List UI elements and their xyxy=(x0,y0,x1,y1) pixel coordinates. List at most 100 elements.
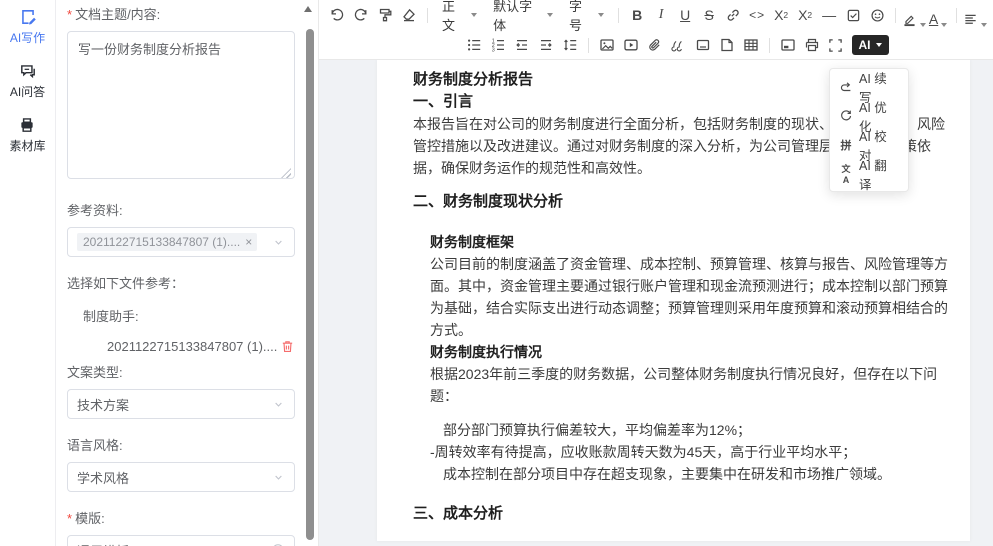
form-panel: *文档主题/内容: 写一份财务制度分析报告 参考资料: 202112271513… xyxy=(56,0,318,546)
sidebar-item-label: AI问答 xyxy=(10,83,45,100)
toolbar-separator xyxy=(956,8,957,23)
chevron-down-icon xyxy=(272,398,285,411)
ai-optimize-icon xyxy=(839,109,853,123)
template-label: *模版: xyxy=(67,508,295,527)
panel-scrollbar[interactable] xyxy=(306,29,314,540)
link-icon xyxy=(725,7,741,23)
reference-select[interactable]: 2021122715133847807 (1)....× xyxy=(67,227,295,257)
paragraph-style-select[interactable]: 正文 xyxy=(434,3,485,27)
insert-video-button[interactable] xyxy=(619,33,643,57)
file-section-label: 选择如下文件参考： xyxy=(67,273,295,292)
ai-menu-button[interactable]: AI xyxy=(852,35,889,55)
code-block-button[interactable] xyxy=(715,33,739,57)
divider-icon xyxy=(695,37,711,53)
nav-rail: AI写作 AI问答 素材库 xyxy=(0,0,56,546)
doc-type-select[interactable]: 技术方案 xyxy=(67,389,295,419)
toolbar-separator xyxy=(895,8,896,23)
template-value: 通用模板 xyxy=(77,541,129,546)
strikethrough-button[interactable]: S xyxy=(697,3,721,27)
code-block-icon xyxy=(719,37,735,53)
doc-type-value: 技术方案 xyxy=(77,395,129,414)
fullscreen-button[interactable] xyxy=(824,33,848,57)
font-color-button[interactable]: A xyxy=(926,3,950,27)
insert-table-button[interactable] xyxy=(739,33,763,57)
eraser-icon xyxy=(401,7,417,23)
menu-item-label: AI 翻译 xyxy=(859,155,899,193)
divider-button[interactable] xyxy=(691,33,715,57)
emoji-icon xyxy=(870,8,885,23)
caret-down-icon xyxy=(471,13,477,17)
doc-issue-item: 部分部门预算执行偏差较大，平均偏差率为12%； xyxy=(430,419,950,441)
reference-label: 参考资料: xyxy=(67,200,295,219)
format-painter-icon xyxy=(377,7,393,23)
ai-continue-icon xyxy=(839,80,853,94)
task-list-icon xyxy=(846,8,861,23)
attachment-icon xyxy=(647,37,663,53)
doc-issue-item: 成本控制在部分项目中存在超支现象，主要集中在研发和市场推广领域。 xyxy=(430,463,950,485)
sidebar-item-material-library[interactable]: 素材库 xyxy=(9,116,45,154)
alignment-button[interactable] xyxy=(963,3,987,27)
caret-down-icon xyxy=(981,23,987,27)
horizontal-rule-button[interactable]: — xyxy=(817,3,841,27)
ai-translate-icon: 文A xyxy=(839,162,853,185)
caret-down-icon xyxy=(598,13,604,17)
style-label: 语言风格: xyxy=(67,435,295,454)
toolbar-separator xyxy=(769,38,770,53)
insert-image-button[interactable] xyxy=(595,33,619,57)
caret-down-icon xyxy=(547,13,553,17)
ordered-list-button[interactable] xyxy=(486,33,510,57)
font-size-select[interactable]: 字号 xyxy=(561,3,612,27)
inline-code-button[interactable]: <> xyxy=(745,3,769,27)
italic-button[interactable]: I xyxy=(649,3,673,27)
superscript-button[interactable]: X2 xyxy=(793,3,817,27)
redo-button[interactable] xyxy=(349,3,373,27)
highlight-color-button[interactable] xyxy=(902,3,926,27)
print-button[interactable] xyxy=(800,33,824,57)
link-button[interactable] xyxy=(721,3,745,27)
highlight-pen-icon xyxy=(902,12,917,27)
toolbar-separator xyxy=(618,8,619,23)
quote-icon xyxy=(671,38,686,53)
emoji-button[interactable] xyxy=(865,3,889,27)
ai-dropdown-menu: AI 续写 AI 优化 拼 AI 校对 文A AI 翻译 xyxy=(829,68,909,192)
blockquote-button[interactable] xyxy=(667,33,691,57)
bullet-list-button[interactable] xyxy=(462,33,486,57)
attachment-button[interactable] xyxy=(643,33,667,57)
font-family-select[interactable]: 默认字体 xyxy=(485,3,561,27)
bold-button[interactable]: B xyxy=(625,3,649,27)
task-list-button[interactable] xyxy=(841,3,865,27)
toolbar-separator xyxy=(427,8,428,23)
topic-label: *文档主题/内容: xyxy=(67,4,295,23)
format-painter-button[interactable] xyxy=(373,3,397,27)
menu-item-ai-translate[interactable]: 文A AI 翻译 xyxy=(830,159,908,188)
file-group-label: 制度助手: xyxy=(83,306,295,325)
bullet-list-icon xyxy=(466,37,482,53)
subscript-button[interactable]: X2 xyxy=(769,3,793,27)
doc-paragraph: 公司目前的制度涵盖了资金管理、成本控制、预算管理、核算与报告、风险管理等方面。其… xyxy=(430,253,950,341)
preview-icon xyxy=(780,37,796,53)
editor-toolbar: 正文 默认字体 字号 B I U S <> X2 X2 — A xyxy=(319,0,993,60)
doc-heading-status: 二、财务制度现状分析 xyxy=(413,191,950,213)
undo-button[interactable] xyxy=(325,3,349,27)
scroll-up-arrow[interactable] xyxy=(304,6,312,12)
tag-close-icon[interactable]: × xyxy=(245,235,252,249)
line-height-icon xyxy=(562,37,578,53)
clear-format-button[interactable] xyxy=(397,3,421,27)
style-value: 学术风格 xyxy=(77,468,129,487)
topic-field-wrap: 写一份财务制度分析报告 xyxy=(67,31,295,184)
preview-button[interactable] xyxy=(776,33,800,57)
doc-issue-item: -周转效率有待提高，应收账款周转天数为45天，高于行业平均水平； xyxy=(430,441,950,463)
trash-icon[interactable] xyxy=(280,339,295,354)
library-icon xyxy=(18,116,36,134)
topic-textarea[interactable]: 写一份财务制度分析报告 xyxy=(67,31,295,179)
toolbar-row-2: AI xyxy=(319,30,993,60)
line-height-button[interactable] xyxy=(558,33,582,57)
outdent-button[interactable] xyxy=(510,33,534,57)
indent-button[interactable] xyxy=(534,33,558,57)
style-select[interactable]: 学术风格 xyxy=(67,462,295,492)
sidebar-item-ai-writing[interactable]: AI写作 xyxy=(10,8,45,46)
sidebar-item-ai-qa[interactable]: AI问答 xyxy=(10,62,45,100)
doc-issue-list: 部分部门预算执行偏差较大，平均偏差率为12%； -周转效率有待提高，应收账款周转… xyxy=(430,419,950,485)
template-select[interactable]: 通用模板 xyxy=(67,535,295,546)
underline-button[interactable]: U xyxy=(673,3,697,27)
